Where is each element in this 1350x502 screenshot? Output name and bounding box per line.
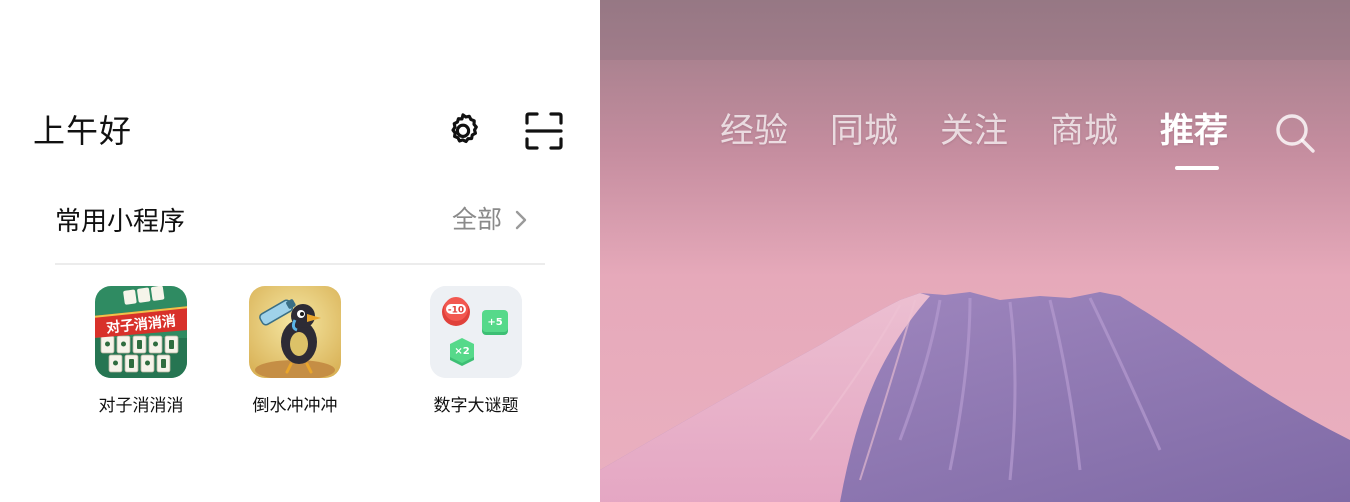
scan-button[interactable] — [521, 108, 567, 154]
greeting-text: 上午好 — [33, 112, 133, 150]
mini-program-panel: 上午好 常用小程序 全部 对子消消消 对子消消消 倒水冲冲冲 -10 +5 ×2… — [0, 0, 600, 502]
search-icon — [1276, 114, 1315, 153]
app-root: 上午好 常用小程序 全部 对子消消消 对子消消消 倒水冲冲冲 -10 +5 ×2… — [0, 0, 1350, 502]
active-tab-indicator — [1175, 166, 1219, 170]
feed-panel: 经验 同城 关注 商城 推荐 — [600, 0, 1350, 502]
minus-ten-token: -10 — [448, 306, 464, 316]
feed-nav-tabs: 经验 同城 关注 商城 推荐 — [600, 0, 1350, 200]
mini-app-item[interactable]: 对子消消消 对子消消消 — [66, 286, 216, 418]
mini-app-name: 对子消消消 — [98, 396, 184, 416]
section-title: 常用小程序 — [55, 207, 186, 237]
section-divider — [55, 263, 545, 265]
crow-game-icon — [249, 286, 341, 378]
mahjong-game-icon: 对子消消消 — [95, 286, 187, 378]
plus-five-token: +5 — [487, 317, 502, 328]
mini-app-name: 倒水冲冲冲 — [252, 396, 338, 416]
settings-button[interactable] — [440, 108, 486, 154]
tab-following[interactable]: 关注 — [940, 108, 1008, 154]
gear-icon — [451, 113, 478, 144]
mini-app-item[interactable]: 倒水冲冲冲 — [220, 286, 370, 418]
scan-icon — [525, 112, 563, 150]
tab-experience[interactable]: 经验 — [720, 108, 788, 154]
view-all-label: 全部 — [452, 205, 503, 234]
mini-app-name: 数字大谜题 — [433, 396, 519, 416]
chevron-right-icon — [514, 209, 528, 231]
tab-local[interactable]: 同城 — [830, 108, 898, 154]
tab-mall[interactable]: 商城 — [1050, 108, 1118, 154]
view-all-button[interactable]: 全部 — [452, 200, 528, 240]
search-button[interactable] — [1270, 108, 1320, 158]
times-two-token: ×2 — [454, 346, 469, 357]
tab-recommended[interactable]: 推荐 — [1160, 108, 1228, 154]
mini-app-item[interactable]: -10 +5 ×2 数字大谜题 — [401, 286, 551, 418]
number-puzzle-icon: -10 +5 ×2 — [430, 286, 522, 378]
